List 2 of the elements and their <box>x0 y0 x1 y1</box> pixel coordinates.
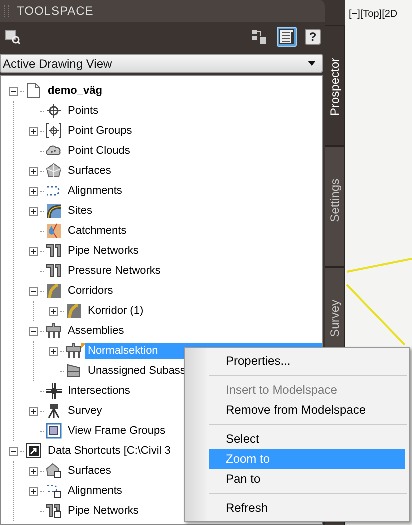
dropdown-value: Active Drawing View <box>3 56 112 70</box>
palette-title: TOOLSPACE <box>17 4 94 18</box>
